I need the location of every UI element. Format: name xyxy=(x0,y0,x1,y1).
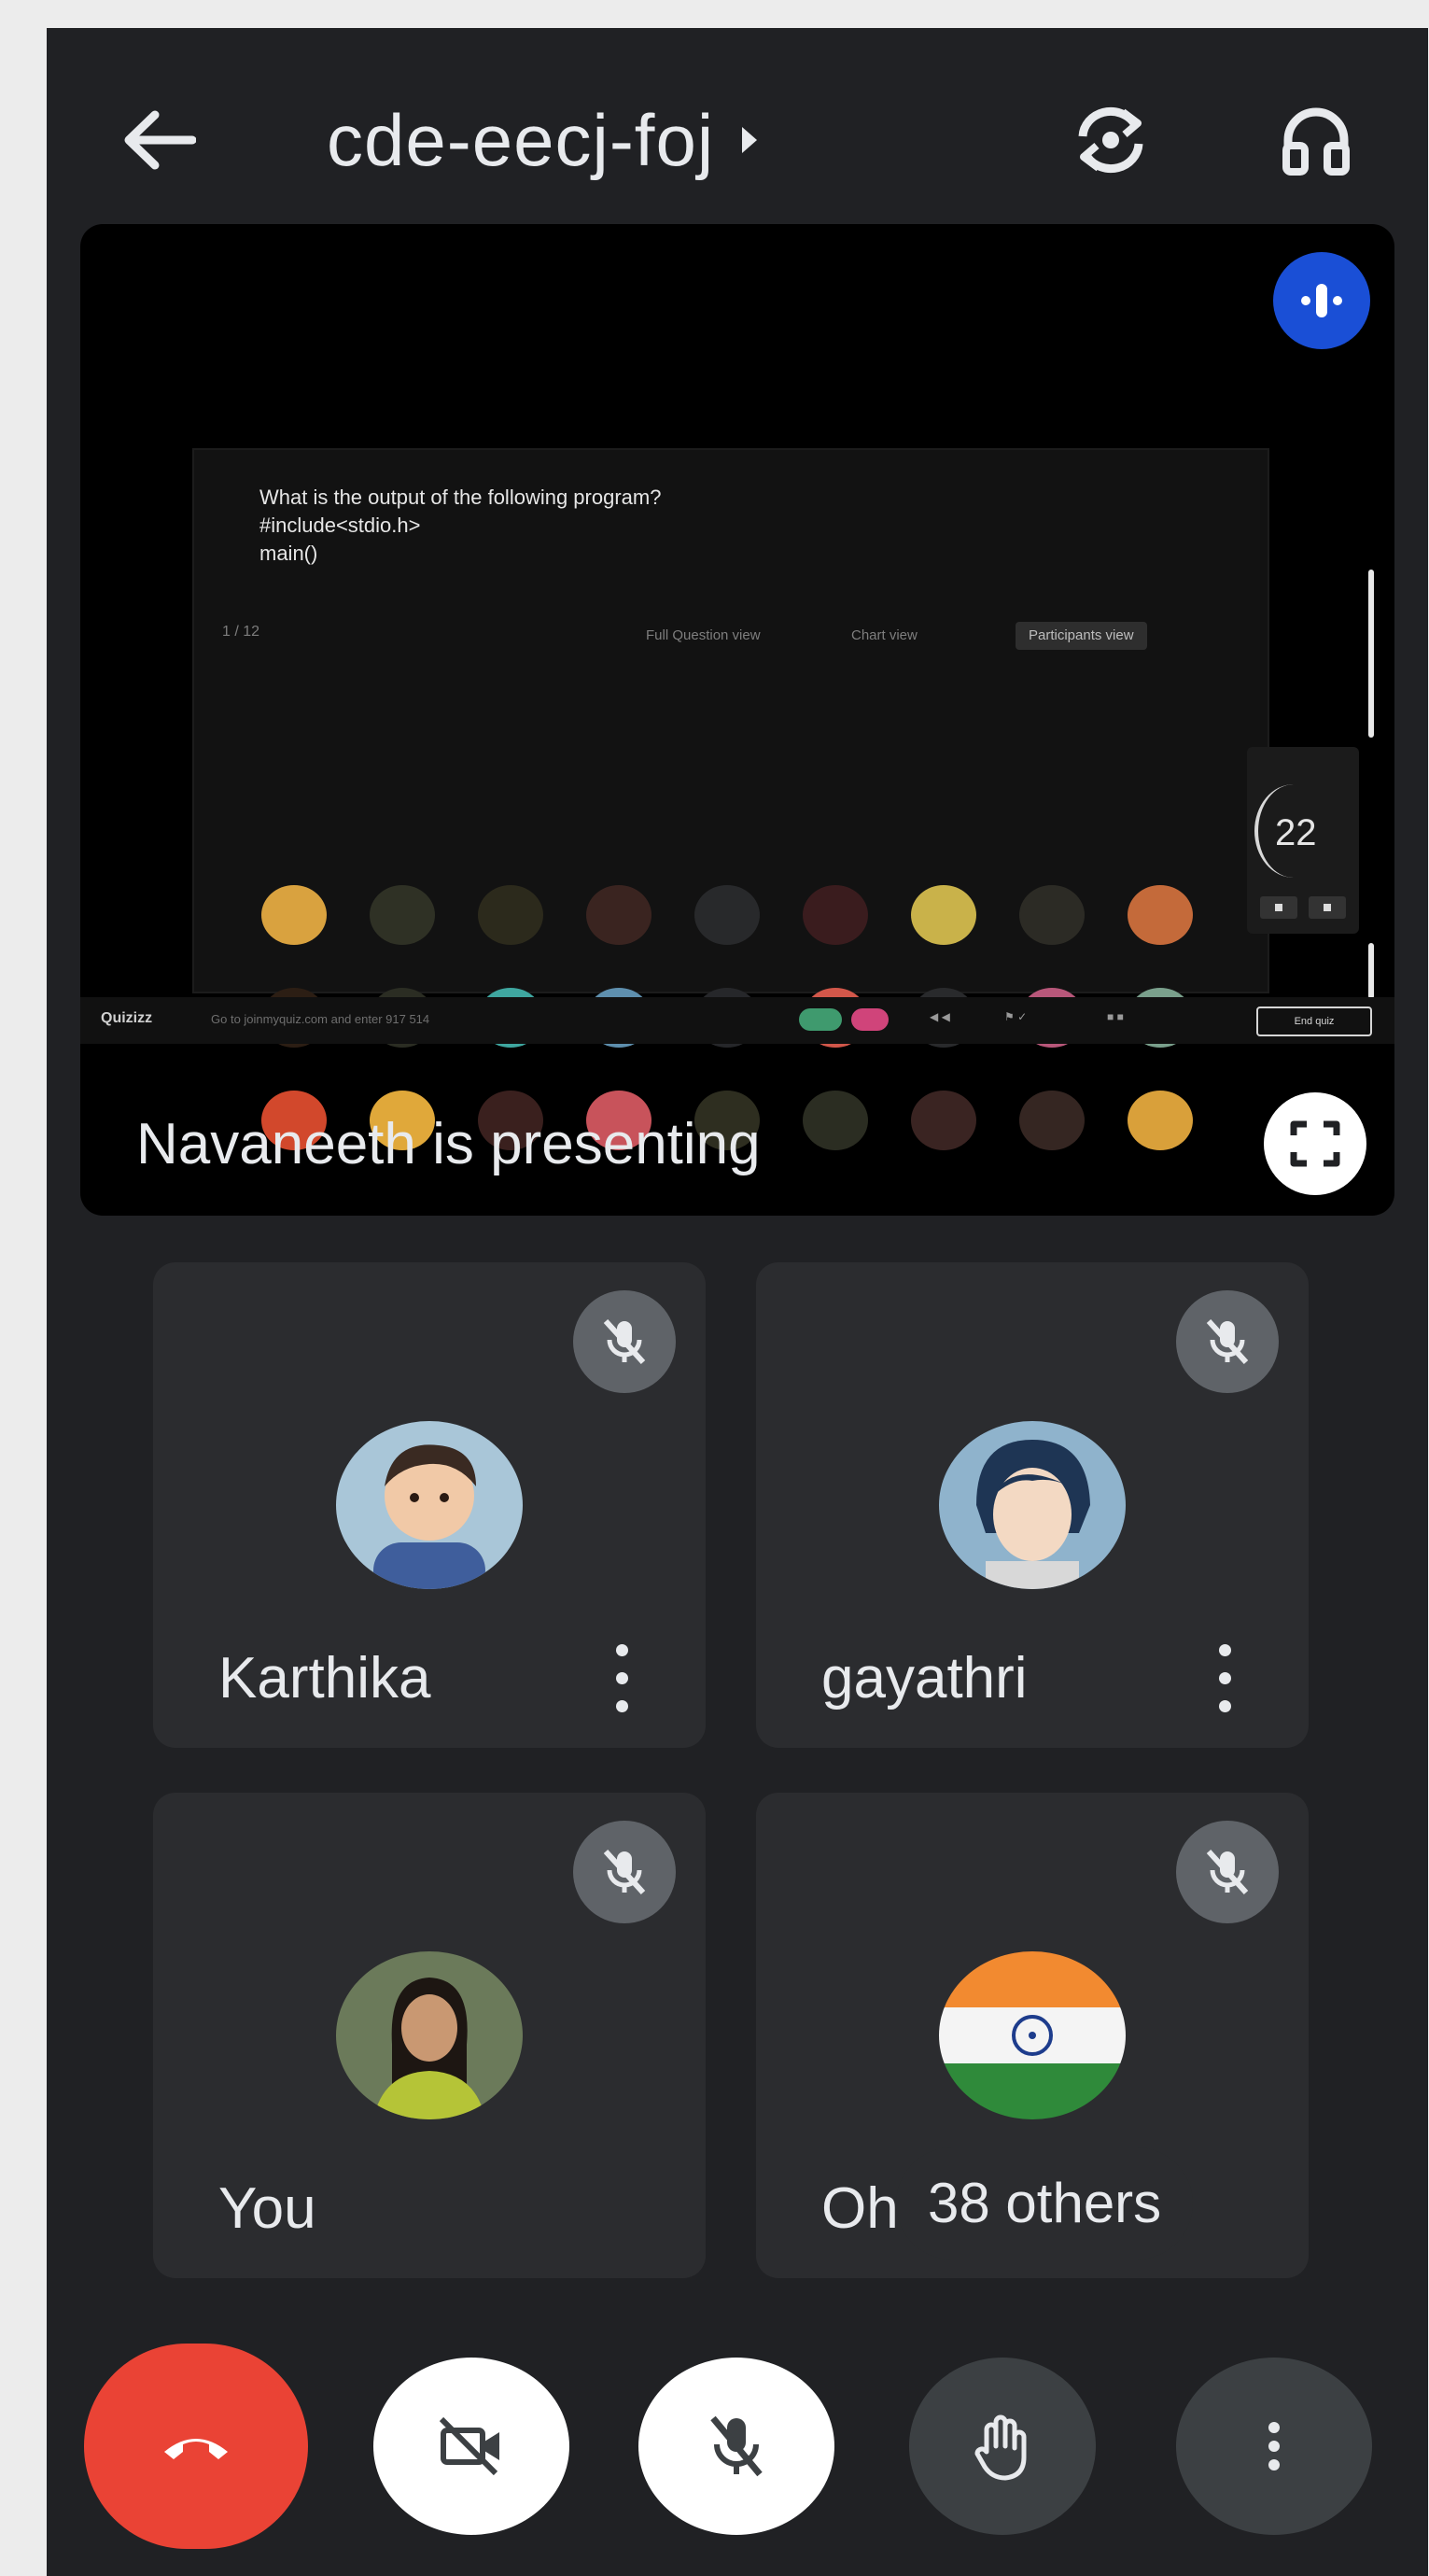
switch-camera-icon xyxy=(1078,106,1143,174)
player-avatar xyxy=(586,885,651,945)
fullscreen-button[interactable] xyxy=(1264,1092,1366,1195)
player-avatar xyxy=(1128,1091,1193,1150)
switch-camera-button[interactable] xyxy=(1055,84,1167,196)
player-avatar xyxy=(694,885,760,945)
phone-hangup-icon xyxy=(164,2439,228,2459)
quiz-tab-chart: Chart view xyxy=(851,627,918,643)
more-vert-icon[interactable] xyxy=(1206,1636,1243,1720)
player-avatar xyxy=(1019,885,1085,945)
headphones-icon xyxy=(1282,107,1350,176)
speaking-indicator-icon xyxy=(1273,252,1370,349)
timer-control xyxy=(1260,896,1297,919)
mic-off-icon xyxy=(573,1821,676,1923)
participant-tile-others[interactable]: Oh 38 others xyxy=(756,1793,1309,2278)
more-options-button[interactable] xyxy=(1176,2358,1372,2535)
audio-output-button[interactable] xyxy=(1260,84,1372,196)
player-avatar xyxy=(1128,885,1193,945)
player-avatar xyxy=(803,885,868,945)
fullscreen-icon xyxy=(1290,1120,1340,1167)
top-bar: cde-eecj-foj xyxy=(47,28,1428,215)
raise-hand-button[interactable] xyxy=(909,2358,1096,2535)
footer-control: ⚑ ✓ xyxy=(1004,1010,1028,1023)
timer-control xyxy=(1309,896,1346,919)
caret-right-icon xyxy=(742,127,758,153)
participant-name: gayathri xyxy=(821,1646,1028,1710)
participant-tile-karthika[interactable]: Karthika xyxy=(153,1262,706,1748)
avatar xyxy=(336,1951,523,2119)
more-vert-icon[interactable] xyxy=(603,1636,640,1720)
quiz-timer: 22 xyxy=(1247,747,1359,934)
avatar xyxy=(939,1421,1126,1589)
presentation-tile[interactable]: What is the output of the following prog… xyxy=(80,224,1394,1216)
meeting-title[interactable]: cde-eecj-foj xyxy=(327,93,758,187)
player-avatar xyxy=(370,885,435,945)
others-count-chip[interactable]: 38 others xyxy=(896,2147,1194,2259)
participant-tile-you[interactable]: You xyxy=(153,1793,706,2278)
quiz-tab-participants: Participants view xyxy=(1016,622,1147,650)
quiz-join-text: Go to joinmyquiz.com and enter 917 514 xyxy=(211,1012,430,1026)
participant-name: Karthika xyxy=(218,1646,431,1710)
avatar xyxy=(939,1951,1126,2119)
player-avatar xyxy=(261,885,327,945)
participant-tile-gayathri[interactable]: gayathri xyxy=(756,1262,1309,1748)
footer-pill xyxy=(799,1008,842,1031)
participant-name: You xyxy=(218,2176,316,2241)
quiz-question: What is the output of the following prog… xyxy=(259,486,662,565)
player-avatar xyxy=(803,1091,868,1150)
player-avatar xyxy=(911,885,976,945)
mic-off-icon xyxy=(573,1290,676,1393)
timer-value: 22 xyxy=(1275,812,1317,853)
footer-control: ■ ■ xyxy=(1107,1010,1124,1023)
meet-screen: cde-eecj-foj What is the output of the f… xyxy=(47,28,1428,2576)
shared-scrollbar-lower xyxy=(1368,943,1374,999)
mic-off-icon xyxy=(1176,1290,1279,1393)
more-vert-icon xyxy=(1268,2422,1280,2470)
player-avatar xyxy=(911,1091,976,1150)
quiz-end-button: End quiz xyxy=(1256,1006,1372,1036)
meeting-code: cde-eecj-foj xyxy=(327,98,715,181)
player-avatar xyxy=(478,885,543,945)
call-controls xyxy=(47,2344,1428,2576)
presenting-label: Navaneeth is presenting xyxy=(136,1112,761,1176)
shared-scrollbar xyxy=(1368,570,1374,738)
quiz-tab-full-question: Full Question view xyxy=(646,627,761,643)
footer-pill xyxy=(851,1008,889,1031)
mic-toggle-button[interactable] xyxy=(638,2358,834,2535)
quiz-toolbar: 1 / 12 Full Question view Chart view Par… xyxy=(194,618,1268,655)
end-call-button[interactable] xyxy=(84,2344,308,2549)
arrow-left-icon xyxy=(124,110,196,170)
participant-name: Oh xyxy=(821,2176,899,2241)
quiz-footer-bar: Quizizz Go to joinmyquiz.com and enter 9… xyxy=(80,997,1394,1044)
quiz-counter: 1 / 12 xyxy=(222,624,260,640)
player-avatar xyxy=(1019,1091,1085,1150)
back-button[interactable] xyxy=(103,84,215,196)
hand-icon xyxy=(974,2414,1027,2481)
avatar xyxy=(336,1421,523,1589)
videocam-off-icon xyxy=(439,2416,499,2476)
footer-control: ◀ ◀ xyxy=(930,1010,950,1023)
camera-toggle-button[interactable] xyxy=(373,2358,569,2535)
mic-off-icon xyxy=(1176,1821,1279,1923)
quiz-brand: Quizizz xyxy=(101,1010,153,1026)
mic-off-icon xyxy=(710,2415,763,2477)
